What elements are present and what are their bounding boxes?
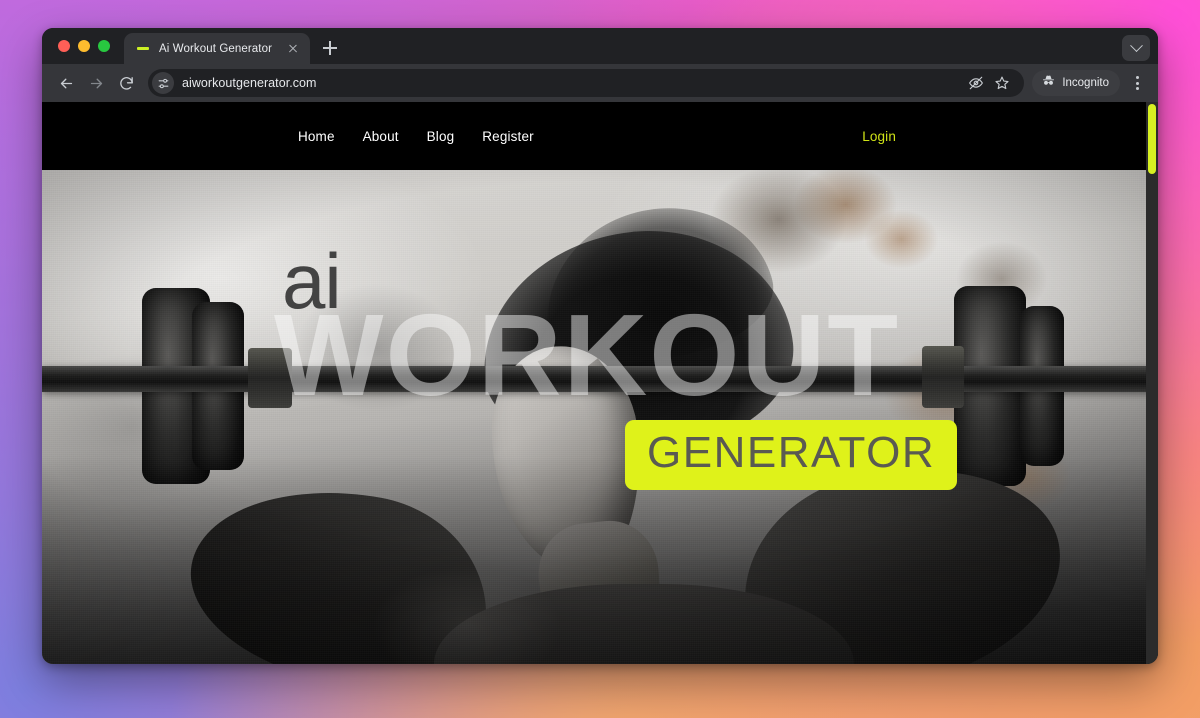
star-icon[interactable]: [990, 71, 1014, 95]
desktop-wallpaper: Ai Workout Generator aiworkoutgenerator.…: [0, 0, 1200, 718]
browser-toolbar: aiworkoutgenerator.com Incognito: [42, 64, 1158, 102]
nav-link-blog[interactable]: Blog: [427, 129, 455, 144]
hero-section: ai WORKOUT GENERATOR: [42, 170, 1158, 664]
close-window-button[interactable]: [58, 40, 70, 52]
window-controls: [52, 28, 120, 64]
nav-link-about[interactable]: About: [363, 129, 399, 144]
page-viewport: Home About Blog Register Login ai WORKOU…: [42, 102, 1158, 664]
incognito-label: Incognito: [1062, 77, 1109, 89]
tab-strip: Ai Workout Generator: [42, 28, 1158, 64]
site-navbar: Home About Blog Register Login: [42, 102, 1158, 170]
nav-link-home[interactable]: Home: [298, 129, 335, 144]
hero-word-generator: GENERATOR: [625, 420, 958, 490]
kebab-menu-icon[interactable]: [1124, 69, 1150, 97]
nav-link-register[interactable]: Register: [482, 129, 533, 144]
close-icon[interactable]: [285, 41, 301, 57]
nav-link-login[interactable]: Login: [862, 129, 896, 144]
page-scrollbar[interactable]: [1146, 102, 1158, 664]
browser-window: Ai Workout Generator aiworkoutgenerator.…: [42, 28, 1158, 664]
tab-search-button[interactable]: [1122, 35, 1150, 61]
yellow-dash-favicon: [135, 41, 151, 57]
minimize-window-button[interactable]: [78, 40, 90, 52]
url-text: aiworkoutgenerator.com: [182, 76, 317, 90]
tune-icon[interactable]: [152, 72, 174, 94]
eye-slash-icon[interactable]: [964, 71, 988, 95]
hero-headline: ai WORKOUT GENERATOR: [42, 170, 1158, 664]
chevron-down-icon: [1129, 38, 1143, 52]
browser-tab[interactable]: Ai Workout Generator: [124, 33, 310, 64]
maximize-window-button[interactable]: [98, 40, 110, 52]
omnibox-actions: [964, 71, 1014, 95]
reload-button[interactable]: [112, 69, 140, 97]
address-bar[interactable]: aiworkoutgenerator.com: [148, 69, 1025, 97]
incognito-indicator[interactable]: Incognito: [1032, 70, 1120, 96]
scrollbar-thumb[interactable]: [1148, 104, 1156, 174]
incognito-hat-icon: [1041, 73, 1056, 93]
back-button[interactable]: [52, 69, 80, 97]
nav-links: Home About Blog Register: [298, 129, 534, 144]
new-tab-button[interactable]: [316, 34, 344, 62]
tab-title: Ai Workout Generator: [159, 42, 273, 55]
hero-word-workout: WORKOUT: [274, 290, 901, 420]
forward-button[interactable]: [82, 69, 110, 97]
